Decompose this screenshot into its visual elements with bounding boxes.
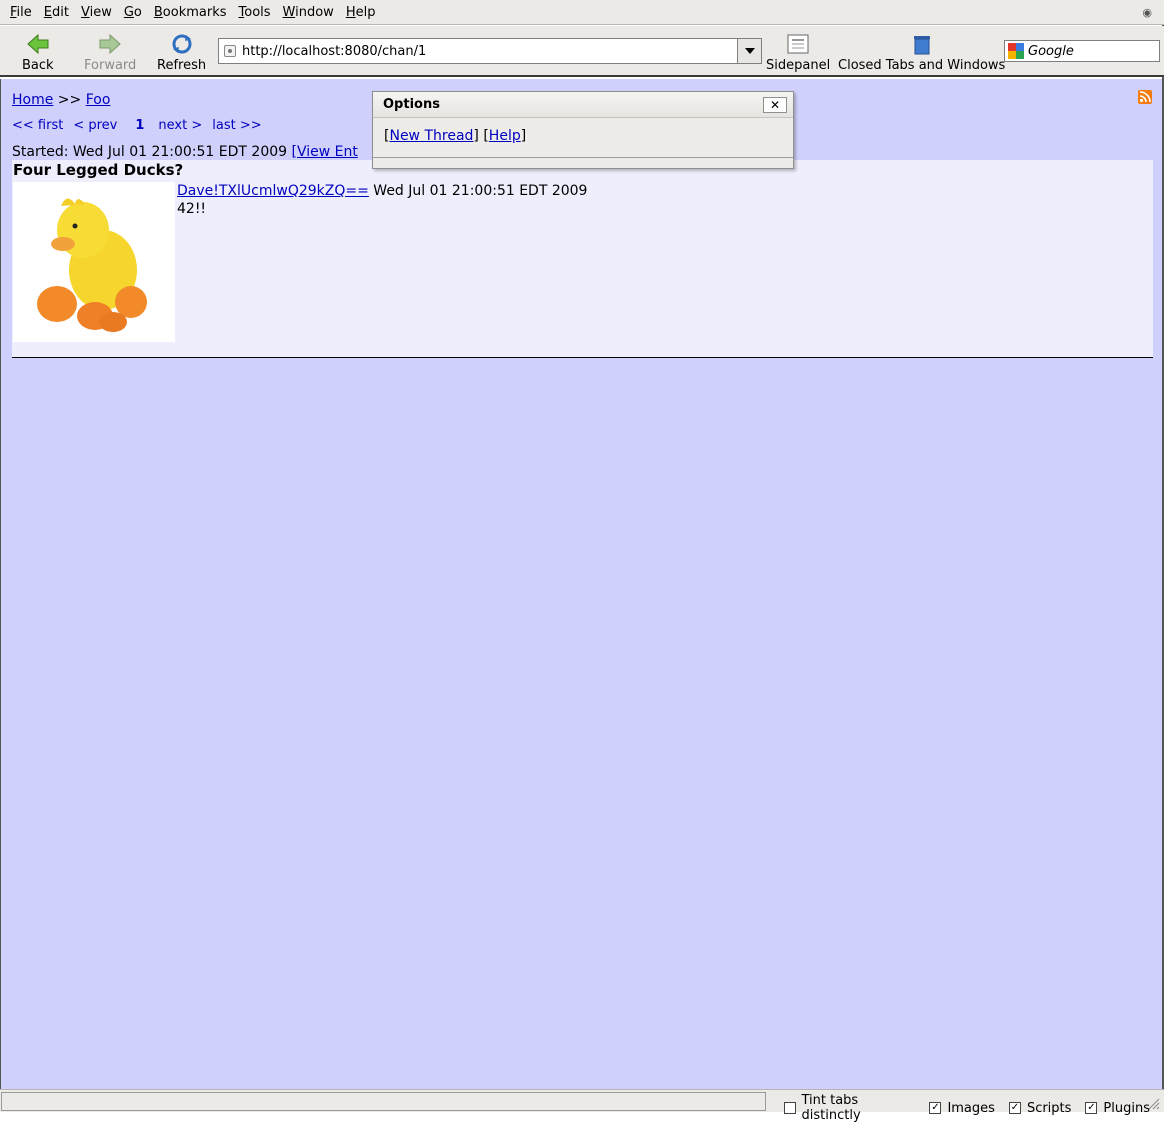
post-author-link[interactable]: Dave!TXlUcmlwQ29kZQ== <box>177 183 369 199</box>
thread-title: Four Legged Ducks? <box>13 161 184 179</box>
url-history-dropdown[interactable] <box>737 39 761 63</box>
scripts-checkbox[interactable]: ✓ <box>1008 1102 1021 1114</box>
navigation-toolbar: Back Forward Refresh Sidepanel <box>0 26 1164 77</box>
search-input[interactable] <box>1028 43 1156 59</box>
menu-go[interactable]: Go <box>118 5 148 20</box>
post-body: 42!! <box>177 201 207 217</box>
breadcrumb-separator: >> <box>57 92 82 108</box>
back-button[interactable]: Back <box>22 32 54 73</box>
help-link[interactable]: Help <box>489 128 521 144</box>
dialog-divider <box>373 157 793 158</box>
tint-tabs-checkbox[interactable] <box>784 1102 796 1114</box>
sidepanel-button[interactable]: Sidepanel <box>766 32 830 73</box>
pager-current-page: 1 <box>135 118 145 133</box>
options-dialog: Options ✕ [New Thread] [Help] <box>372 91 794 169</box>
chevron-down-icon <box>744 48 755 54</box>
dialog-body: [New Thread] [Help] <box>384 128 527 144</box>
closed-tabs-button[interactable]: Closed Tabs and Windows <box>838 32 1005 73</box>
trash-can-icon <box>910 32 934 56</box>
pager-first-link[interactable]: << first <box>12 118 63 133</box>
tint-tabs-toggle[interactable]: Tint tabs distinctly <box>784 1093 915 1123</box>
menu-bookmarks[interactable]: Bookmarks <box>148 5 233 20</box>
images-checkbox[interactable]: ✓ <box>929 1102 942 1114</box>
pager-last-link[interactable]: last >> <box>212 118 261 133</box>
forward-button[interactable]: Forward <box>84 32 136 73</box>
sidepanel-icon <box>786 32 810 56</box>
status-options: Tint tabs distinctly ✓ Images ✓ Scripts … <box>784 1093 1164 1123</box>
pagination: << first < prev 1 next > last >> <box>12 118 272 133</box>
started-label: Started: <box>12 144 69 160</box>
url-input[interactable] <box>242 43 737 59</box>
status-text-area <box>1 1092 766 1111</box>
view-entire-thread-link[interactable]: [View Ent <box>292 144 358 160</box>
activity-throbber-icon: ◉ <box>1142 6 1152 19</box>
pager-next-link[interactable]: next > <box>158 118 202 133</box>
google-icon <box>1008 43 1024 59</box>
post-date: Wed Jul 01 21:00:51 EDT 2009 <box>373 183 588 199</box>
page-content: Home >> Foo << first < prev 1 next > las… <box>0 79 1162 1089</box>
menu-bar: File Edit View Go Bookmarks Tools Window… <box>0 0 1164 25</box>
breadcrumb-board-link[interactable]: Foo <box>86 92 111 108</box>
status-bar: Tint tabs distinctly ✓ Images ✓ Scripts … <box>0 1089 1164 1123</box>
site-icon <box>224 45 236 57</box>
close-icon: ✕ <box>769 98 781 112</box>
pager-prev-link[interactable]: < prev <box>73 118 117 133</box>
thread-started: Started: Wed Jul 01 21:00:51 EDT 2009 [V… <box>12 144 358 160</box>
menu-edit[interactable]: Edit <box>38 5 75 20</box>
browser-window: File Edit View Go Bookmarks Tools Window… <box>0 0 1164 1123</box>
rss-feed-icon[interactable] <box>1138 90 1152 104</box>
yellow-duck-image <box>13 182 175 342</box>
forward-arrow-icon <box>98 32 122 56</box>
refresh-button[interactable]: Refresh <box>157 32 206 73</box>
menu-help[interactable]: Help <box>340 5 382 20</box>
plugins-toggle[interactable]: ✓ Plugins <box>1085 1093 1150 1123</box>
breadcrumb-home-link[interactable]: Home <box>12 92 53 108</box>
scripts-toggle[interactable]: ✓ Scripts <box>1008 1093 1071 1123</box>
resize-grip-icon[interactable] <box>1146 1096 1160 1110</box>
menu-view[interactable]: View <box>75 5 118 20</box>
menu-window[interactable]: Window <box>277 5 340 20</box>
refresh-icon <box>170 32 194 56</box>
post-image[interactable] <box>13 182 175 342</box>
new-thread-link[interactable]: New Thread <box>389 128 473 144</box>
back-arrow-icon <box>26 32 50 56</box>
search-box[interactable] <box>1004 40 1160 62</box>
menu-tools[interactable]: Tools <box>233 5 277 20</box>
started-date: Wed Jul 01 21:00:51 EDT 2009 <box>72 144 288 160</box>
menu-file[interactable]: File <box>4 5 38 20</box>
url-bar[interactable] <box>218 38 762 64</box>
dialog-close-button[interactable]: ✕ <box>763 97 787 113</box>
dialog-title: Options <box>383 97 440 112</box>
post-meta: Dave!TXlUcmlwQ29kZQ== Wed Jul 01 21:00:5… <box>177 183 587 199</box>
breadcrumb: Home >> Foo <box>12 92 110 108</box>
images-toggle[interactable]: ✓ Images <box>929 1093 995 1123</box>
thread-post: Four Legged Ducks? Dave!TXlUcmlwQ29kZQ== <box>12 160 1153 358</box>
plugins-checkbox[interactable]: ✓ <box>1085 1102 1098 1114</box>
dialog-title-bar[interactable]: Options <box>373 92 793 118</box>
